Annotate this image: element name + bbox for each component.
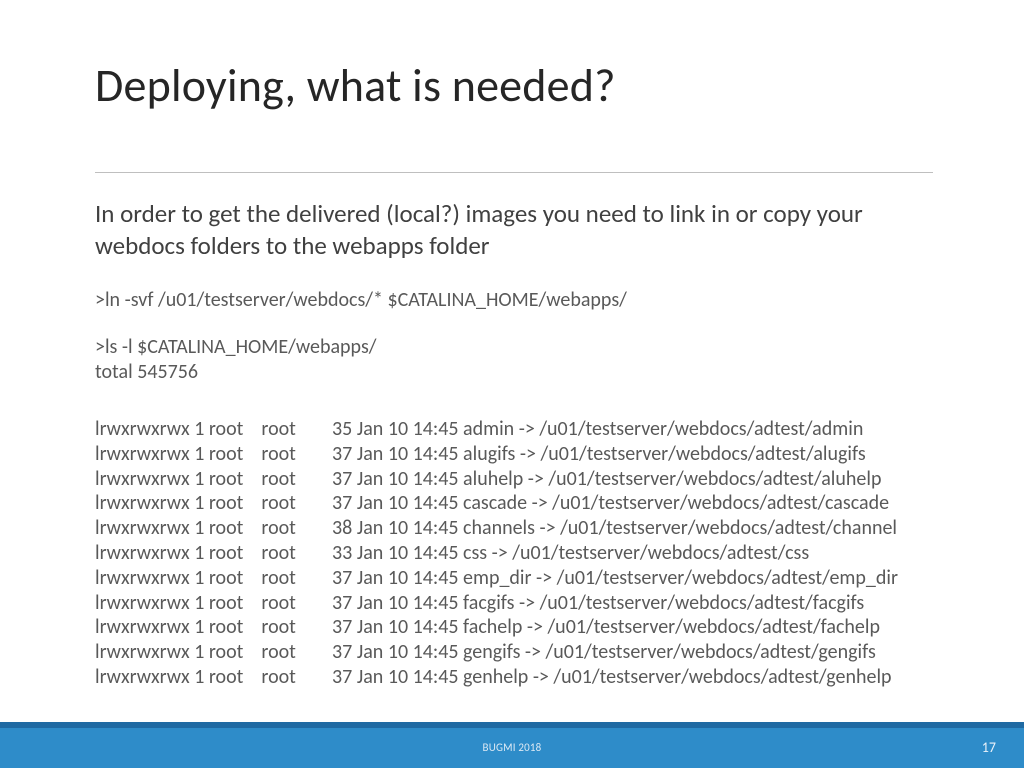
footer-label: BUGMI 2018 — [0, 741, 1024, 754]
command-ls: >ls -l $CATALINA_HOME/webapps/ — [95, 335, 935, 360]
slide-title: Deploying, what is needed? — [95, 58, 616, 114]
command-ln: >ln -svf /u01/testserver/webdocs/* $CATA… — [95, 288, 935, 313]
intro-text: In order to get the delivered (local?) i… — [95, 198, 935, 262]
title-divider — [95, 172, 933, 173]
ls-listing: lrwxrwxrwx 1 root root 35 Jan 10 14:45 a… — [95, 417, 1015, 690]
command-block: >ln -svf /u01/testserver/webdocs/* $CATA… — [95, 288, 935, 384]
slide: Deploying, what is needed? In order to g… — [0, 0, 1024, 768]
ls-total: total 545756 — [95, 360, 935, 385]
page-number: 17 — [982, 739, 996, 756]
